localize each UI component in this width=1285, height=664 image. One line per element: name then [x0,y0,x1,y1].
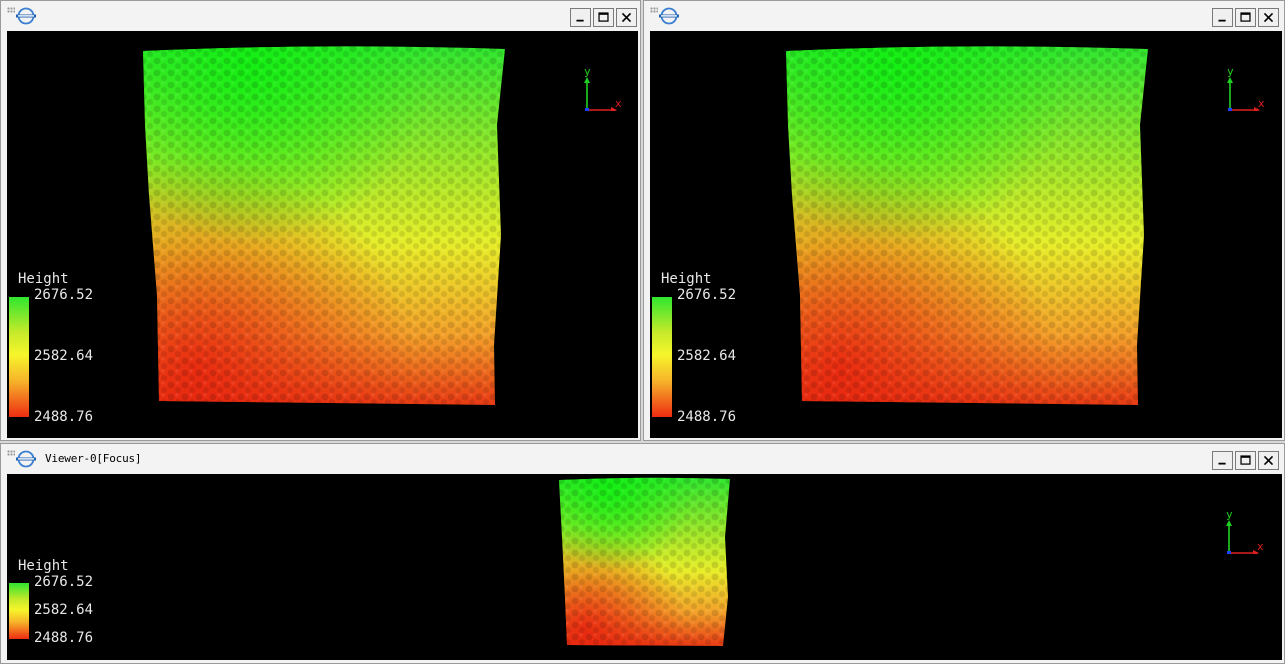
minimize-icon [576,19,584,22]
axis-gizmo-icon: y x [584,67,622,111]
minimize-icon [1218,462,1226,465]
maximize-button[interactable] [593,8,614,27]
maximize-button[interactable] [1235,8,1256,27]
legend-colorbar [9,297,29,417]
legend-title: Height [661,271,712,287]
legend-min: 2488.76 [34,630,94,646]
legend-max: 2676.52 [677,287,737,303]
maximize-icon [1240,12,1251,22]
axis-gizmo-icon: y x [1227,67,1265,111]
grip-icon[interactable] [650,7,658,13]
axis-x-label: x [1258,97,1265,110]
app-logo-icon [16,7,36,25]
maximize-icon [1240,455,1251,465]
legend-mid: 2582.64 [34,348,94,364]
viewer-title: Viewer-0[Focus] [45,452,142,465]
point-cloud [559,477,730,646]
legend-mid: 2582.64 [677,348,737,364]
axis-gizmo-icon: y x [1226,510,1264,554]
viewer-titlebar[interactable] [644,1,1284,29]
minimize-button[interactable] [570,8,591,27]
axis-x-label: x [615,97,622,110]
maximize-icon [598,12,609,22]
point-cloud [786,46,1148,406]
axis-y-label: y [1226,510,1233,521]
axis-y-label: y [1227,67,1234,78]
legend-max: 2676.52 [34,574,94,590]
point-cloud-canvas[interactable]: Height 2676.52 2582.64 2488.76 y x [7,474,1282,660]
legend-max: 2676.52 [34,287,94,303]
grip-icon[interactable] [7,7,15,13]
legend-title: Height [18,271,69,287]
legend-colorbar [9,583,29,639]
viewer-panel-1: Height 2676.52 2582.64 2488.76 y x [0,0,641,441]
point-cloud-canvas[interactable]: Height 2676.52 2582.64 2488.76 y x [650,31,1282,438]
viewer-panel-focus: Viewer-0[Focus] Height 2676.52 2582.64 2… [0,443,1285,664]
legend-min: 2488.76 [34,409,94,425]
legend-mid: 2582.64 [34,602,94,618]
close-button[interactable] [1258,451,1279,470]
viewer-panel-2: Height 2676.52 2582.64 2488.76 y x [643,0,1285,441]
legend-colorbar [652,297,672,417]
axis-y-label: y [584,67,591,78]
point-cloud [143,46,505,406]
legend-min: 2488.76 [677,409,737,425]
minimize-button[interactable] [1212,451,1233,470]
viewer-titlebar[interactable] [1,1,640,29]
close-button[interactable] [1258,8,1279,27]
close-button[interactable] [616,8,637,27]
close-icon [621,12,632,23]
app-logo-icon [16,450,36,468]
maximize-button[interactable] [1235,451,1256,470]
app-logo-icon [659,7,679,25]
point-cloud-canvas[interactable]: Height 2676.52 2582.64 2488.76 y x [7,31,638,438]
axis-x-label: x [1257,540,1264,553]
grip-icon[interactable] [7,450,15,456]
viewer-titlebar[interactable]: Viewer-0[Focus] [1,444,1284,472]
close-icon [1263,455,1274,466]
close-icon [1263,12,1274,23]
legend-title: Height [18,558,69,574]
minimize-button[interactable] [1212,8,1233,27]
minimize-icon [1218,19,1226,22]
